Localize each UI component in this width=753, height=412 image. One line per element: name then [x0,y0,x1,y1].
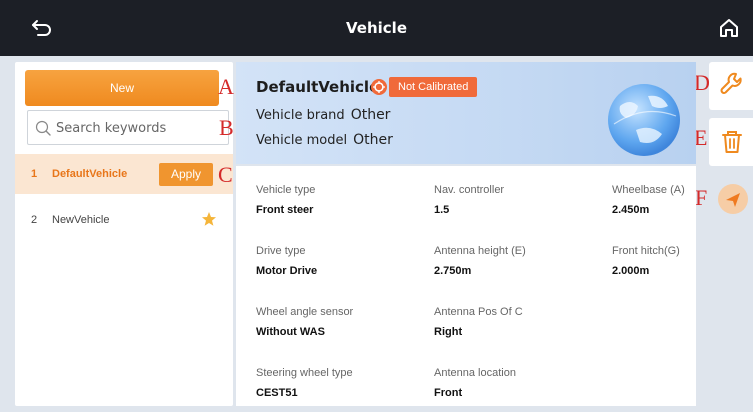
vehicle-name: DefaultVehicle [52,168,128,180]
detail-label: Wheel angle sensor [256,306,354,318]
search-input[interactable] [56,118,226,138]
edit-vehicle-button[interactable] [709,62,753,110]
vehicle-name: NewVehicle [52,214,110,226]
annotation-f: F [695,185,708,210]
detail-steering-wheel-type: Steering wheel type CEST51 [256,367,353,399]
top-bar: Vehicle [0,0,753,56]
delete-vehicle-button[interactable] [709,118,753,166]
detail-drive-type: Drive type Motor Drive [256,245,317,277]
detail-label: Wheelbase (A) [612,184,685,196]
vehicle-brand: Vehicle brand Other [256,107,390,123]
detail-antenna-pos: Antenna Pos Of C Right [434,306,523,338]
detail-antenna-location: Antenna location Front [434,367,516,399]
brand-label: Vehicle brand [256,108,345,123]
vehicle-list-item[interactable]: 1 DefaultVehicle Apply [15,154,233,194]
model-label: Vehicle model [256,133,348,148]
model-value: Other [353,132,393,148]
calibration-icon [371,79,387,95]
brand-value: Other [350,107,391,123]
detail-label: Antenna height (E) [434,245,526,257]
annotation-b: B [219,115,234,140]
detail-vehicle-type: Vehicle type Front steer [256,184,315,216]
home-icon[interactable] [718,17,740,39]
detail-value: Motor Drive [256,265,318,277]
star-icon[interactable] [201,211,217,227]
vehicle-list-item[interactable]: 2 NewVehicle [15,200,233,240]
detail-value: 2.000m [612,265,650,277]
new-vehicle-button[interactable]: New [25,70,219,106]
detail-value: 2.450m [612,204,650,216]
send-icon [726,193,740,207]
detail-value: CEST51 [256,387,298,399]
send-button[interactable] [718,184,748,214]
detail-label: Antenna location [434,367,516,379]
search-icon [35,120,51,136]
annotation-e: E [694,125,708,150]
detail-value: Right [434,326,463,338]
detail-label: Steering wheel type [256,367,353,379]
trash-icon [722,131,742,153]
detail-label: Front hitch(G) [612,245,680,257]
detail-antenna-height: Antenna height (E) 2.750m [434,245,526,277]
vehicle-title: DefaultVehicle [256,78,380,96]
vehicle-details: Vehicle type Front steer Nav. controller… [236,166,696,406]
detail-value: 1.5 [434,204,450,216]
detail-nav-controller: Nav. controller 1.5 [434,184,504,216]
annotation-a: A [218,74,234,99]
detail-front-hitch: Front hitch(G) 2.000m [612,245,680,277]
vehicle-model: Vehicle model Other [256,132,393,148]
vehicle-sidebar: New 1 DefaultVehicle Apply 2 NewVehicle [15,62,233,406]
page-title: Vehicle [346,19,407,37]
detail-label: Nav. controller [434,184,505,196]
annotation-d: D [694,70,710,95]
detail-value: Front [434,387,463,399]
vehicle-index: 1 [31,168,38,180]
vehicle-header-card: DefaultVehicle Not Calibrated Vehicle br… [236,62,696,164]
apply-button[interactable]: Apply [159,163,213,186]
annotation-c: C [218,162,233,187]
detail-wheel-angle-sensor: Wheel angle sensor Without WAS [256,306,353,338]
vehicle-index: 2 [31,214,38,226]
detail-value: 2.750m [434,265,472,277]
detail-label: Antenna Pos Of C [434,306,523,318]
detail-value: Front steer [256,204,314,216]
status-badge: Not Calibrated [389,77,478,97]
globe-icon [608,84,680,156]
wrench-icon [720,72,742,94]
detail-value: Without WAS [256,326,325,338]
search-box [27,110,229,145]
detail-label: Vehicle type [256,184,316,196]
detail-label: Drive type [256,245,306,257]
detail-wheelbase: Wheelbase (A) 2.450m [612,184,685,216]
